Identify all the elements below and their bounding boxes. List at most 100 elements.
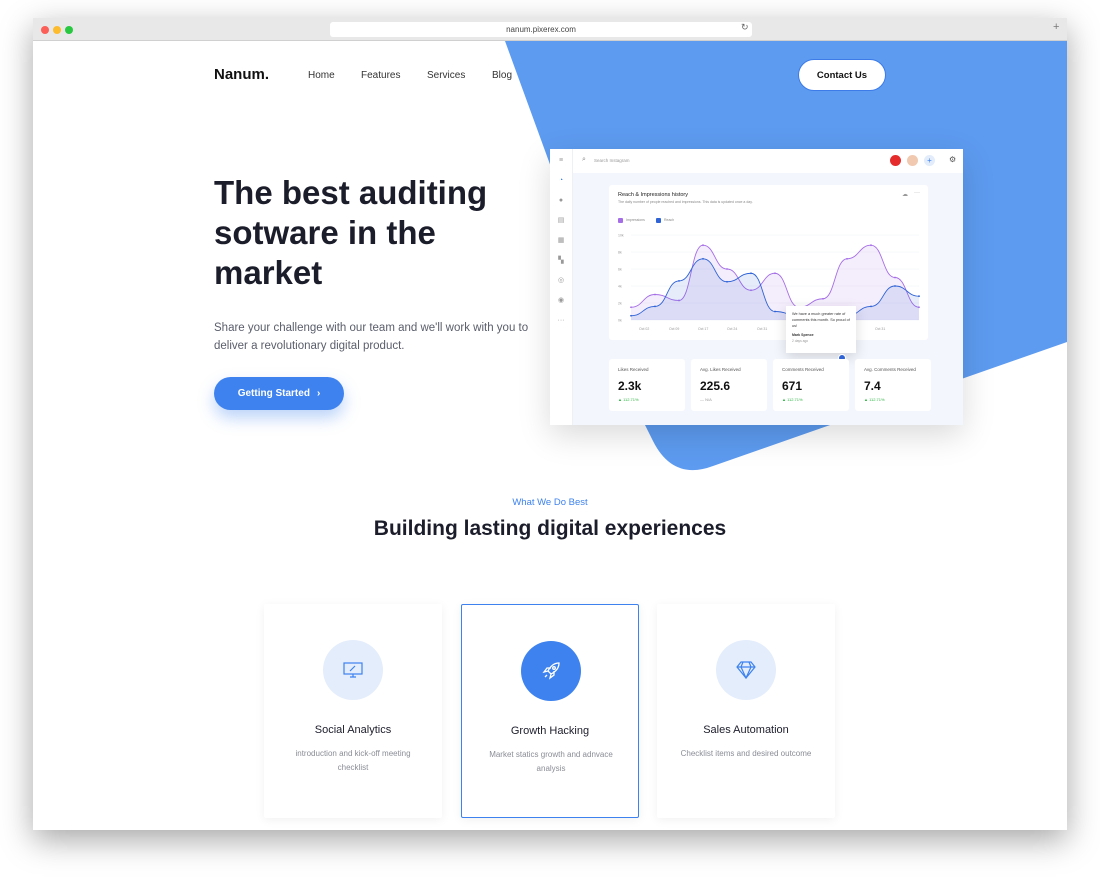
kpi-card: Avg. Likes Received 225.6 — N/A [691, 359, 767, 411]
calendar-icon[interactable]: ▦ [550, 231, 572, 251]
reload-icon[interactable]: ↻ [741, 22, 749, 33]
settings-icon[interactable]: ◎ [550, 271, 572, 291]
tooltip-text: We have a much greater rate of comments … [792, 312, 850, 328]
x-tick-label: Oct 31 [875, 327, 885, 331]
getting-started-button[interactable]: Getting Started › [214, 377, 344, 410]
document-icon[interactable]: ▤ [550, 211, 572, 231]
tooltip-time: 2 days ago [792, 339, 809, 343]
rocket-icon [521, 641, 581, 701]
kpi-delta: — N/A [700, 397, 712, 402]
kpi-card: Avg. Comments Received 7.4 ▲ 112.71% [855, 359, 931, 411]
y-tick-label: 4k [618, 285, 622, 289]
impressions-point [870, 244, 872, 247]
kpi-card: Comments Received 671 ▲ 112.71% [773, 359, 849, 411]
impressions-point [774, 272, 776, 275]
kpi-value: 225.6 [700, 379, 731, 393]
gear-icon[interactable]: ⚙ [949, 155, 956, 164]
service-desc: Checklist items and desired outcome [680, 749, 812, 758]
kpi-delta: ▲ 112.71% [782, 397, 803, 402]
analytics-icon[interactable]: ◔ [550, 171, 572, 191]
reach-point [918, 295, 920, 298]
reach-point [726, 280, 728, 283]
contact-us-button[interactable]: Contact Us [798, 59, 886, 91]
service-desc: Market statics growth and adnvace analys… [489, 750, 613, 773]
service-card-social-analytics[interactable]: Social Analytics introduction and kick-o… [264, 604, 442, 818]
x-tick-label: Oct 24 [727, 327, 737, 331]
maximize-window-icon[interactable] [65, 26, 73, 34]
browser-toolbar: nanum.pixerex.com ↻ + [33, 18, 1067, 41]
nav-home[interactable]: Home [308, 70, 335, 81]
hero-title: The best auditing sotware in the market [214, 174, 488, 291]
impressions-point [630, 306, 632, 309]
impressions-point [822, 297, 824, 300]
kpi-delta: ▲ 112.71% [864, 397, 885, 402]
nav-blog[interactable]: Blog [492, 70, 512, 81]
new-tab-icon[interactable]: + [1053, 21, 1059, 33]
section-title: Building lasting digital experiences [373, 517, 727, 540]
section-eyebrow: What We Do Best [512, 497, 588, 508]
kpi-card: Likes Received 2.3k ▲ 112.71% [609, 359, 685, 411]
reach-point [654, 305, 656, 308]
close-window-icon[interactable] [41, 26, 49, 34]
service-card-sales-automation[interactable]: Sales Automation Checklist items and des… [657, 604, 835, 818]
reach-point [678, 280, 680, 282]
legend-swatch [656, 218, 661, 223]
y-tick-label: 10k [618, 234, 624, 238]
x-tick-label: Oct 31 [757, 327, 767, 331]
service-desc: introduction and kick-off meeting checkl… [295, 749, 411, 772]
impressions-point [702, 244, 704, 247]
more-icon[interactable]: ··· [550, 311, 572, 331]
menu-icon[interactable]: ≡ [550, 151, 572, 171]
search-icon: ⌕ [582, 156, 586, 163]
avatar[interactable] [907, 155, 918, 166]
legend-impressions: Impressions [626, 218, 645, 222]
add-icon[interactable]: + [924, 155, 935, 166]
reach-point [894, 285, 896, 287]
service-title: Sales Automation [703, 724, 789, 736]
kpi-value: 7.4 [864, 379, 881, 393]
hero-subtitle: Share your challenge with our team and w… [214, 322, 529, 352]
chart-card: Reach & Impressions history The daily nu… [609, 185, 928, 340]
legend-swatch [618, 218, 623, 223]
search-input[interactable]: Search Instagram [594, 158, 630, 163]
y-tick-label: 0k [618, 319, 622, 323]
download-icon[interactable]: ☁ [902, 191, 908, 198]
service-card-growth-hacking[interactable]: Growth Hacking Market statics growth and… [461, 604, 639, 818]
service-title: Growth Hacking [510, 725, 590, 737]
kpi-delta: ▲ 112.71% [618, 397, 639, 402]
reach-impressions-chart: 10k 8k 6k 4k 2k 0k Oct 02 Oct 09 Oct 17 Oct 24 Oct… [618, 234, 920, 331]
logo[interactable]: Nanum. [214, 66, 269, 83]
more-icon[interactable]: ··· [914, 190, 920, 196]
impressions-point [654, 293, 656, 296]
address-bar[interactable]: nanum.pixerex.com [330, 22, 752, 37]
compass-icon[interactable]: ◉ [550, 291, 572, 311]
chart-title: Reach & Impressions history [618, 192, 688, 198]
kpi-label: Avg. Comments Received [864, 367, 916, 372]
grid-icon[interactable]: ▚ [550, 251, 572, 271]
impressions-point [726, 268, 728, 270]
reach-point [870, 305, 872, 308]
comment-tooltip: We have a much greater rate of comments … [786, 306, 856, 353]
globe-icon[interactable]: ● [550, 191, 572, 211]
kpi-value: 671 [782, 379, 803, 393]
chevron-right-icon: › [316, 388, 321, 399]
y-tick-label: 8k [618, 251, 622, 255]
nav-services[interactable]: Services [427, 70, 465, 81]
kpi-value: 2.3k [618, 379, 642, 393]
minimize-window-icon[interactable] [53, 26, 61, 34]
avatar[interactable] [890, 155, 901, 166]
legend-reach: Reach [664, 218, 675, 222]
x-tick-label: Oct 02 [639, 327, 649, 331]
impressions-point [894, 276, 896, 279]
kpi-label: Avg. Likes Received [700, 367, 741, 372]
diamond-icon [716, 640, 776, 700]
x-tick-label: Oct 09 [669, 327, 679, 331]
nav-features[interactable]: Features [361, 70, 400, 81]
dashboard-sidebar: ≡ ◔ ● ▤ ▦ ▚ ◎ ◉ ··· [550, 149, 573, 425]
monitor-icon [323, 640, 383, 700]
kpi-label: Comments Received [782, 367, 824, 372]
reach-point [750, 272, 752, 275]
page: Nanum. Home Features Services Blog Conta… [33, 41, 1067, 830]
reach-point [774, 310, 776, 313]
browser-window: nanum.pixerex.com ↻ + Nanum. Home Featur… [33, 18, 1067, 830]
